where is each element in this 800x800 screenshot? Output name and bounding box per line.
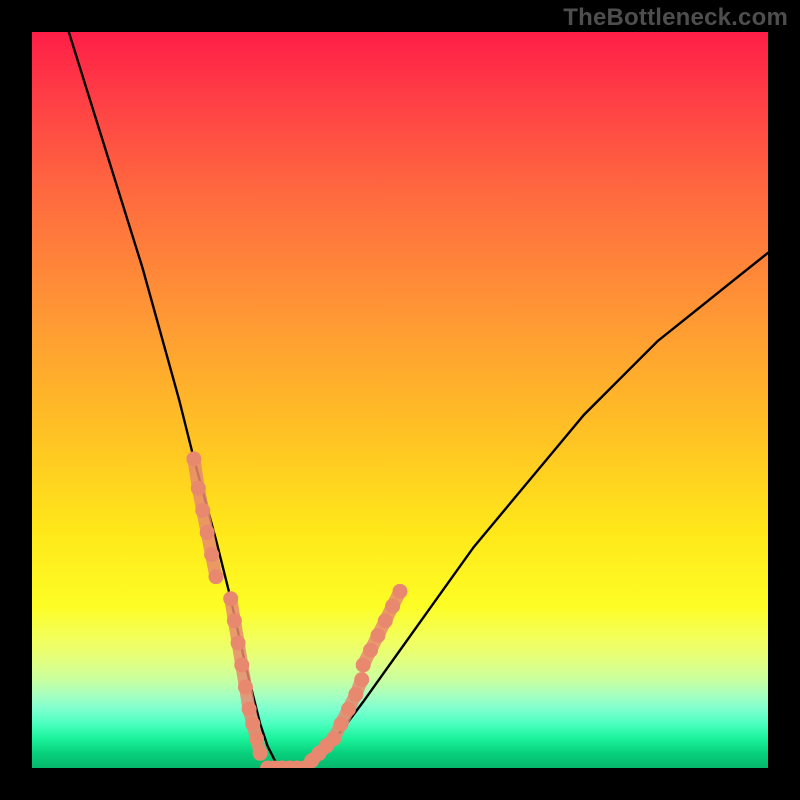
chart-frame: TheBottleneck.com — [0, 0, 800, 800]
bottleneck-curve — [69, 32, 768, 768]
highlight-dot — [204, 547, 219, 562]
chart-svg — [32, 32, 768, 768]
highlight-dot — [186, 451, 201, 466]
highlight-left-upper — [186, 451, 223, 584]
highlight-left-lower — [223, 591, 267, 761]
highlight-dot — [393, 584, 408, 599]
highlight-dot — [245, 716, 260, 731]
plot-area — [32, 32, 768, 768]
highlight-dot — [195, 503, 210, 518]
highlight-dot — [341, 702, 356, 717]
watermark-text: TheBottleneck.com — [563, 4, 788, 32]
highlight-dot — [200, 525, 215, 540]
highlight-dot — [348, 687, 363, 702]
highlight-dot — [209, 569, 224, 584]
highlight-bottom — [260, 761, 312, 769]
highlight-dot — [231, 635, 246, 650]
highlight-dot — [191, 481, 206, 496]
highlight-dot — [385, 599, 400, 614]
highlight-dot — [249, 731, 264, 746]
highlight-dot — [238, 680, 253, 695]
highlight-dot — [334, 716, 349, 731]
highlight-right-lower — [304, 672, 369, 768]
highlight-dot — [326, 731, 341, 746]
highlight-dot — [356, 657, 371, 672]
highlight-dot — [363, 643, 378, 658]
highlight-dot — [378, 613, 393, 628]
highlight-dot — [242, 702, 257, 717]
highlight-dot — [234, 657, 249, 672]
highlight-dot — [253, 746, 268, 761]
highlight-dot — [354, 672, 369, 687]
highlight-dot — [370, 628, 385, 643]
highlight-dot — [223, 591, 238, 606]
highlight-right-upper — [356, 584, 408, 673]
highlight-dot — [227, 613, 242, 628]
